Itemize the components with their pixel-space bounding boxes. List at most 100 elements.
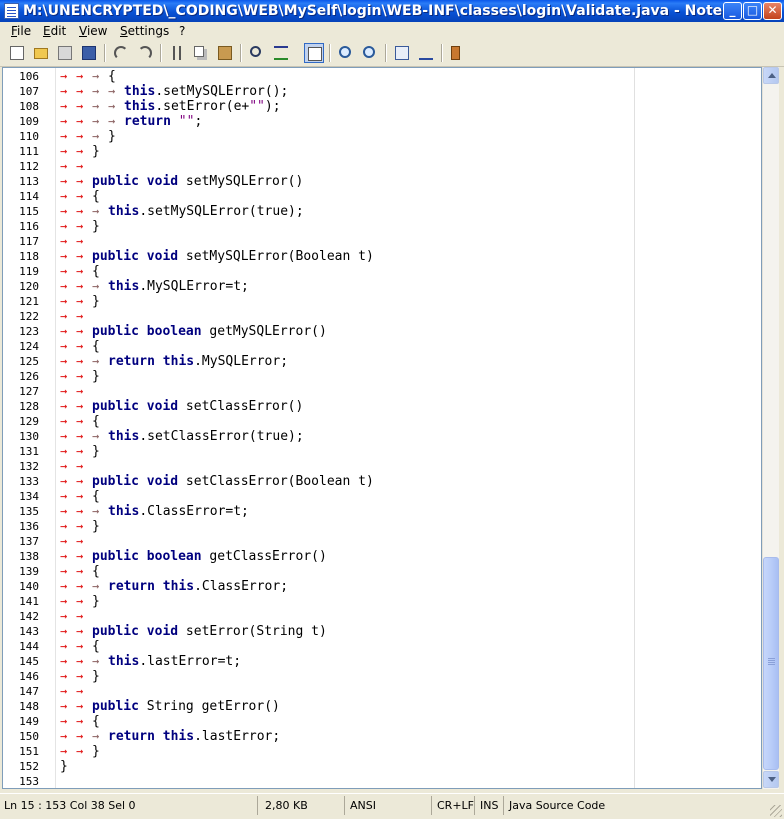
- line-number: 125: [19, 355, 39, 368]
- open-folder-icon[interactable]: [31, 43, 51, 63]
- tab-marker-icon: →: [60, 609, 68, 623]
- code-line: 150 → → → return this.lastError;: [3, 729, 761, 744]
- resize-grip[interactable]: [770, 805, 782, 817]
- code-text: → →: [60, 459, 92, 474]
- code-text: → →}: [60, 369, 100, 384]
- notepad-app-icon[interactable]: [4, 3, 19, 19]
- tab-marker-icon: →: [60, 354, 68, 368]
- code-text: → → → {: [60, 69, 116, 84]
- code-line: 131 → →}: [3, 444, 761, 459]
- scroll-down-button[interactable]: [763, 771, 779, 788]
- font-icon[interactable]: [416, 43, 436, 63]
- tab-marker-icon: →: [60, 309, 68, 323]
- new-file-icon[interactable]: [7, 43, 27, 63]
- code-token: }: [92, 444, 100, 459]
- paste-icon[interactable]: [215, 43, 235, 63]
- tab-marker-icon: →: [60, 414, 68, 428]
- code-text: → → {: [60, 189, 100, 204]
- string-token: "": [178, 114, 195, 129]
- keyword-token: this: [124, 99, 156, 114]
- tab-marker-icon: →: [92, 84, 100, 98]
- undo-icon[interactable]: [111, 43, 131, 63]
- exit-icon[interactable]: [448, 43, 468, 63]
- code-token: }: [92, 519, 100, 534]
- tab-marker-icon: →: [76, 534, 84, 548]
- zoom-in-icon[interactable]: [336, 43, 356, 63]
- status-line-endings[interactable]: CR+LF: [433, 796, 475, 815]
- tab-marker-icon: →: [76, 144, 84, 158]
- code-line: 124 → → {: [3, 339, 761, 354]
- tab-marker-icon: →: [76, 324, 84, 338]
- code-token: }: [92, 144, 100, 159]
- menu-help[interactable]: ?: [179, 23, 185, 39]
- line-number: 132: [19, 460, 39, 473]
- menu-file[interactable]: File: [11, 23, 31, 39]
- line-number: 130: [19, 430, 39, 443]
- code-token: ;: [194, 114, 203, 129]
- tab-marker-icon: →: [76, 564, 84, 578]
- copy-icon[interactable]: [191, 43, 211, 63]
- line-number: 119: [19, 265, 39, 278]
- code-line: 128 → → public void setClassError(): [3, 399, 761, 414]
- menu-settings[interactable]: Settings: [120, 23, 169, 39]
- tab-marker-icon: →: [60, 159, 68, 173]
- zoom-out-icon[interactable]: [360, 43, 380, 63]
- view-schemes-icon[interactable]: [392, 43, 412, 63]
- line-number: 151: [19, 745, 39, 758]
- status-lexer[interactable]: Java Source Code: [505, 796, 771, 815]
- tab-marker-icon: →: [76, 714, 84, 728]
- tab-marker-icon: →: [60, 489, 68, 503]
- save-icon[interactable]: [79, 43, 99, 63]
- line-number: 152: [19, 760, 39, 773]
- keyword-token: return: [108, 729, 155, 744]
- tab-marker-icon: →: [76, 504, 84, 518]
- line-number: 129: [19, 415, 39, 428]
- vertical-scrollbar[interactable]: [762, 67, 779, 789]
- code-token: );: [264, 99, 281, 114]
- tab-marker-icon: →: [76, 354, 84, 368]
- code-line: 133 → → public void setClassError(Boolean t…: [3, 474, 761, 489]
- tab-marker-icon: →: [76, 654, 84, 668]
- tab-marker-icon: →: [76, 519, 84, 533]
- close-button[interactable]: ✕: [763, 2, 782, 20]
- tab-marker-icon: →: [60, 594, 68, 608]
- status-encoding[interactable]: ANSI: [346, 796, 432, 815]
- keyword-token: boolean: [146, 324, 202, 339]
- code-token: {: [92, 414, 100, 429]
- keyword-token: boolean: [146, 549, 202, 564]
- code-line: 132 → →: [3, 459, 761, 474]
- code-text: → →: [60, 684, 92, 699]
- scroll-up-button[interactable]: [763, 67, 779, 84]
- code-token: {: [92, 489, 100, 504]
- code-editor[interactable]: 106 → → →{107 → → → → this.setMySQLError(); 108 → →…: [2, 67, 762, 789]
- find-icon[interactable]: [247, 43, 267, 63]
- cut-icon[interactable]: [167, 43, 187, 63]
- code-text: → →}: [60, 144, 100, 159]
- minimize-button[interactable]: _: [723, 2, 742, 20]
- word-wrap-icon[interactable]: [304, 43, 324, 63]
- code-token: setError(String t): [178, 624, 327, 639]
- maximize-button[interactable]: □: [743, 2, 762, 20]
- code-text: → →}: [60, 219, 100, 234]
- scroll-thumb[interactable]: [763, 557, 779, 770]
- tab-marker-icon: →: [60, 264, 68, 278]
- line-number: 135: [19, 505, 39, 518]
- code-token: }: [108, 129, 116, 144]
- tab-marker-icon: →: [92, 204, 100, 218]
- tab-marker-icon: →: [92, 504, 100, 518]
- line-number: 107: [19, 85, 39, 98]
- line-number: 115: [19, 205, 39, 218]
- code-line: 140 → → → return this.ClassError;: [3, 579, 761, 594]
- code-line: 119 → → {: [3, 264, 761, 279]
- browse-icon[interactable]: [55, 43, 75, 63]
- menu-edit[interactable]: Edit: [43, 23, 66, 39]
- code-line: 151 → →}: [3, 744, 761, 759]
- title-bar[interactable]: M:\UNENCRYPTED\_CODING\WEB\MySelf\login\…: [0, 0, 784, 22]
- keyword-token: return: [108, 354, 155, 369]
- replace-icon[interactable]: [271, 43, 291, 63]
- menu-view[interactable]: View: [79, 23, 107, 39]
- redo-icon[interactable]: [135, 43, 155, 63]
